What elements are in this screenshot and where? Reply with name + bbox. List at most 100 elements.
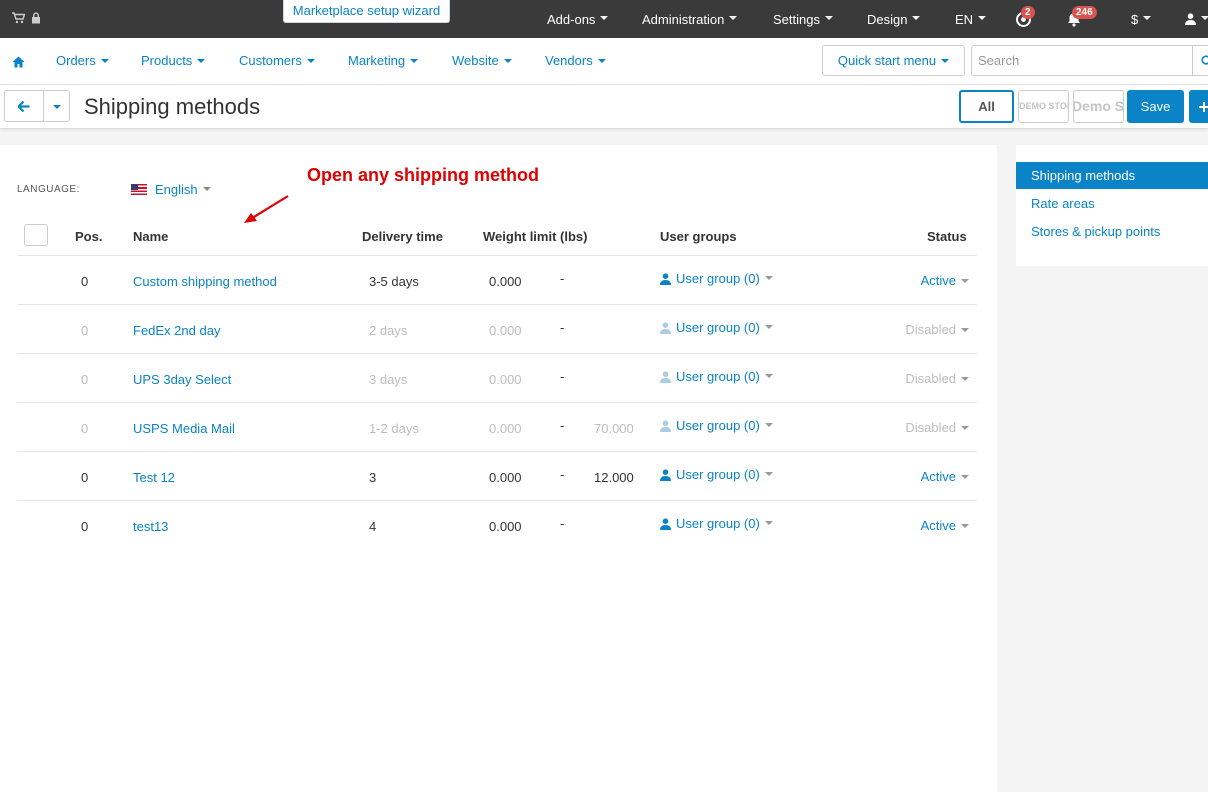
row-status-dropdown[interactable]: Disabled: [905, 322, 969, 337]
table-row: 0 FedEx 2nd day 2 days 0.000 - User group (0)…: [17, 304, 977, 353]
top-left-icons: [12, 12, 41, 24]
row-status-dropdown[interactable]: Active: [921, 518, 969, 533]
col-header-status[interactable]: Status: [927, 229, 967, 244]
row-name-link[interactable]: FedEx 2nd day: [133, 323, 220, 338]
row-status-dropdown[interactable]: Disabled: [905, 371, 969, 386]
row-delivery-time[interactable]: 1-2 days: [369, 421, 419, 436]
row-name-link[interactable]: Custom shipping method: [133, 274, 277, 289]
sidebar-item-shipping-methods[interactable]: Shipping methods: [1016, 162, 1208, 189]
cart-icon[interactable]: [12, 12, 25, 24]
row-weight-min[interactable]: 0.000: [489, 519, 522, 534]
select-all-checkbox[interactable]: [24, 224, 48, 246]
language-selector[interactable]: English: [131, 182, 211, 197]
menu-currency[interactable]: $: [1131, 0, 1152, 38]
storefront-all-button[interactable]: All: [959, 90, 1014, 123]
menu-design[interactable]: Design: [867, 0, 921, 38]
page-title: Shipping methods: [84, 94, 261, 119]
row-user-group-label: User group (0): [676, 516, 760, 531]
nav-customers-label: Customers: [239, 53, 302, 68]
row-pos[interactable]: 0: [81, 323, 88, 338]
back-button[interactable]: [4, 90, 44, 122]
chevron-down-icon: [1201, 16, 1208, 20]
marketplace-wizard-link[interactable]: Marketplace setup wizard: [283, 0, 450, 23]
row-weight-dash: -: [560, 467, 565, 482]
row-delivery-time[interactable]: 4: [369, 519, 376, 534]
row-pos[interactable]: 0: [81, 274, 88, 289]
chevron-down-icon: [729, 16, 738, 20]
main-nav: Orders Products Customers Marketing Webs…: [0, 38, 1208, 85]
table-row: 0 Custom shipping method 3-5 days 0.000 - Use…: [17, 255, 977, 304]
row-user-group-label: User group (0): [676, 418, 760, 433]
row-delivery-time[interactable]: 3-5 days: [369, 274, 419, 289]
sidebar-item-stores-pickup[interactable]: Stores & pickup points: [1016, 218, 1208, 245]
storefront-demo-store-button[interactable]: DEMO STORE: [1018, 90, 1069, 123]
row-name-link[interactable]: USPS Media Mail: [133, 421, 235, 436]
user-icon: [660, 517, 671, 530]
menu-addons[interactable]: Add-ons: [547, 0, 609, 38]
chevron-down-icon: [764, 471, 773, 476]
nav-customers[interactable]: Customers: [239, 38, 315, 84]
row-pos[interactable]: 0: [81, 519, 88, 534]
row-weight-max[interactable]: 70.000: [594, 421, 634, 436]
chevron-down-icon: [961, 376, 969, 381]
home-icon: [12, 56, 25, 68]
nav-website[interactable]: Website: [452, 38, 512, 84]
back-dropdown-button[interactable]: [43, 90, 70, 122]
row-status-dropdown[interactable]: Active: [921, 469, 969, 484]
row-status-dropdown[interactable]: Active: [921, 273, 969, 288]
row-user-group-dropdown[interactable]: User group (0): [660, 271, 773, 286]
row-pos[interactable]: 0: [81, 421, 88, 436]
row-weight-min[interactable]: 0.000: [489, 372, 522, 387]
col-header-pos: Pos.: [75, 229, 103, 244]
row-name-link[interactable]: UPS 3day Select: [133, 372, 231, 387]
row-user-group-dropdown[interactable]: User group (0): [660, 516, 773, 531]
nav-marketing[interactable]: Marketing: [348, 38, 419, 84]
row-delivery-time[interactable]: 3: [369, 470, 376, 485]
chevron-down-icon: [100, 58, 109, 63]
menu-language[interactable]: EN: [955, 0, 987, 38]
row-weight-max[interactable]: 12.000: [594, 470, 634, 485]
search-button[interactable]: [1192, 45, 1208, 76]
row-status-dropdown[interactable]: Disabled: [905, 420, 969, 435]
table-row: 0 Test 12 3 0.000 - 12.000 User group (0) Activ…: [17, 451, 977, 500]
row-pos[interactable]: 0: [81, 470, 88, 485]
save-button[interactable]: Save: [1127, 90, 1184, 123]
col-header-name[interactable]: Name: [133, 229, 168, 244]
row-delivery-time[interactable]: 2 days: [369, 323, 407, 338]
row-delivery-time[interactable]: 3 days: [369, 372, 407, 387]
nav-products-label: Products: [141, 53, 193, 68]
add-button[interactable]: [1189, 90, 1208, 123]
row-user-group-dropdown[interactable]: User group (0): [660, 418, 773, 433]
row-status-label: Disabled: [905, 322, 956, 337]
menu-administration-label: Administration: [642, 11, 725, 27]
row-weight-dash: -: [560, 516, 565, 531]
sidebar-item-rate-areas[interactable]: Rate areas: [1016, 190, 1208, 217]
nav-orders[interactable]: Orders: [56, 38, 109, 84]
row-weight-dash: -: [560, 418, 565, 433]
row-weight-min[interactable]: 0.000: [489, 421, 522, 436]
home-button[interactable]: [12, 38, 25, 84]
row-user-group-label: User group (0): [676, 467, 760, 482]
storefront-demo-store-2-button[interactable]: Demo Sto: [1073, 90, 1124, 123]
menu-administration[interactable]: Administration: [642, 0, 738, 38]
row-name-link[interactable]: test13: [133, 519, 168, 534]
col-header-delivery: Delivery time: [362, 229, 443, 244]
user-menu[interactable]: [1185, 0, 1208, 38]
search-input[interactable]: [971, 45, 1193, 76]
row-weight-min[interactable]: 0.000: [489, 323, 522, 338]
row-weight-min[interactable]: 0.000: [489, 470, 522, 485]
row-pos[interactable]: 0: [81, 372, 88, 387]
lock-icon[interactable]: [31, 12, 41, 24]
row-user-group-dropdown[interactable]: User group (0): [660, 320, 773, 335]
chevron-down-icon: [961, 425, 969, 430]
row-user-group-dropdown[interactable]: User group (0): [660, 369, 773, 384]
nav-vendors[interactable]: Vendors: [545, 38, 606, 84]
row-user-group-dropdown[interactable]: User group (0): [660, 467, 773, 482]
chevron-down-icon: [764, 373, 773, 378]
nav-products[interactable]: Products: [141, 38, 206, 84]
quick-start-menu-button[interactable]: Quick start menu: [822, 45, 965, 76]
chevron-down-icon: [597, 58, 606, 63]
row-weight-min[interactable]: 0.000: [489, 274, 522, 289]
row-name-link[interactable]: Test 12: [133, 470, 175, 485]
menu-settings[interactable]: Settings: [773, 0, 833, 38]
